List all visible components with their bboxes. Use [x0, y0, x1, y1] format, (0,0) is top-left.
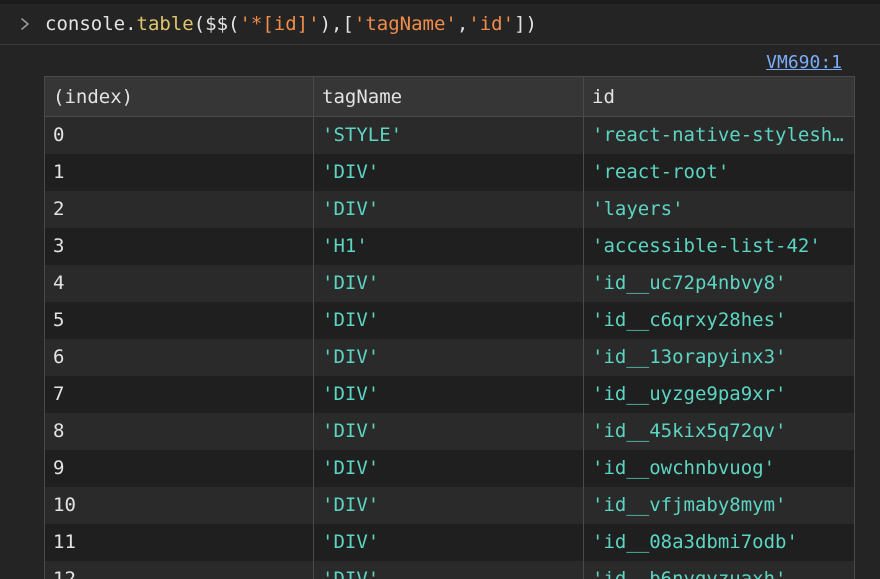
cell-tagname: 'DIV' [313, 190, 584, 228]
cell-tagname: 'DIV' [313, 338, 584, 376]
cell-id: 'id__vfjmaby8mym' [583, 486, 855, 524]
cell-id: 'accessible-list-42' [583, 227, 855, 265]
cell-tagname: 'DIV' [313, 153, 584, 191]
cell-tagname: 'DIV' [313, 264, 584, 302]
console-input-line[interactable]: console.table($$('*[id]'),['tagName','id… [0, 4, 880, 45]
cell-index: 3 [44, 227, 314, 265]
cell-id: 'id__08a3dbmi7odb' [583, 523, 855, 561]
cell-index: 6 [44, 338, 314, 376]
cell-id: 'id__45kix5q72qv' [583, 412, 855, 450]
cell-id: 'id__owchnbvuog' [583, 449, 855, 487]
table-row: 6 'DIV''id__13orapyinx3' [44, 338, 855, 376]
cell-index: 9 [44, 449, 314, 487]
command-token: ),[ [319, 13, 354, 35]
cell-index: 1 [44, 153, 314, 191]
cell-tagname: 'DIV' [313, 412, 584, 450]
table-header-row: (index) tagName id [44, 76, 855, 117]
cell-index: 10 [44, 486, 314, 524]
cell-id: 'id__uc72p4nbvy8' [583, 264, 855, 302]
cell-tagname: 'DIV' [313, 301, 584, 339]
cell-index: 8 [44, 412, 314, 450]
cell-id: 'id__uyzge9pa9xr' [583, 375, 855, 413]
cell-index: 4 [44, 264, 314, 302]
cell-id: 'id__13orapyinx3' [583, 338, 855, 376]
cell-index: 5 [44, 301, 314, 339]
cell-index: 7 [44, 375, 314, 413]
command-token: '*[id]' [239, 13, 320, 35]
cell-tagname: 'DIV' [313, 449, 584, 487]
cell-id: 'id__c6qrxy28hes' [583, 301, 855, 339]
column-header-tagname[interactable]: tagName [313, 76, 584, 117]
cell-tagname: 'STYLE' [313, 116, 584, 154]
chevron-right-icon [21, 18, 29, 30]
cell-index: 11 [44, 523, 314, 561]
column-header-id[interactable]: id [583, 76, 855, 117]
table-row: 1 'DIV''react-root' [44, 153, 855, 191]
command-token: 'id' [468, 13, 515, 35]
table-row: 2 'DIV''layers' [44, 190, 855, 228]
command-token: table [136, 13, 194, 35]
table-row: 4 'DIV''id__uc72p4nbvy8' [44, 264, 855, 302]
table-row: 8 'DIV''id__45kix5q72qv' [44, 412, 855, 450]
cell-tagname: 'DIV' [313, 523, 584, 561]
column-header-index[interactable]: (index) [44, 76, 314, 117]
command-token: , [456, 13, 469, 35]
table-row: 0 'STYLE''react-native-stylesheet' [44, 116, 855, 154]
table-row: 10 'DIV''id__vfjmaby8mym' [44, 486, 855, 524]
table-row: 7 'DIV''id__uyzge9pa9xr' [44, 375, 855, 413]
cell-tagname: 'DIV' [313, 486, 584, 524]
console-table: (index) tagName id 0 'STYLE''react-native… [44, 76, 855, 579]
cell-tagname: 'DIV' [313, 375, 584, 413]
cell-id: 'react-root' [583, 153, 855, 191]
table-body: 0 'STYLE''react-native-stylesheet' 1 'DIV' '… [44, 116, 855, 579]
command-token: console. [45, 13, 137, 35]
cell-tagname: 'DIV' [313, 560, 584, 579]
cell-id: 'react-native-stylesheet' [583, 116, 855, 154]
cell-tagname: 'H1' [313, 227, 584, 265]
command-token: ]) [514, 13, 537, 35]
table-row: 9 'DIV''id__owchnbvuog' [44, 449, 855, 487]
table-row: 11 'DIV''id__08a3dbmi7odb' [44, 523, 855, 561]
command-token: ($$( [193, 13, 240, 35]
command-token: 'tagName' [353, 13, 457, 35]
source-link[interactable]: VM690:1 [766, 50, 842, 76]
table-row: 5 'DIV''id__c6qrxy28hes' [44, 301, 855, 339]
table-row: 12 'DIV''id__b6nvgvzuaxh' [44, 560, 855, 579]
cell-index: 12 [44, 560, 314, 579]
cell-id: 'layers' [583, 190, 855, 228]
console-command-text: console.table($$('*[id]'),['tagName','id… [45, 10, 537, 38]
cell-index: 2 [44, 190, 314, 228]
cell-index: 0 [44, 116, 314, 154]
table-row: 3 'H1''accessible-list-42' [44, 227, 855, 265]
cell-id: 'id__b6nvgvzuaxh' [583, 560, 855, 579]
